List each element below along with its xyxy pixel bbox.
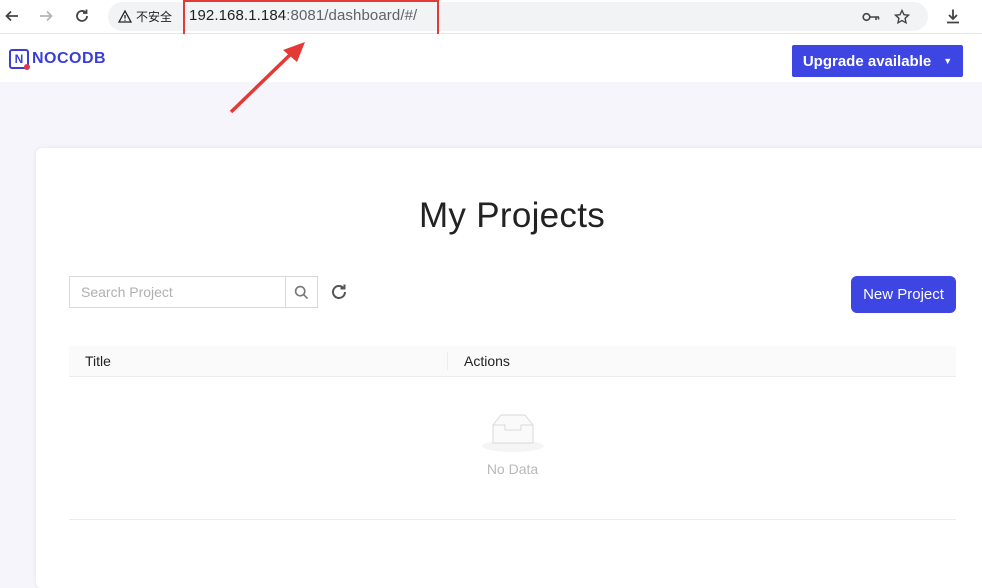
upgrade-label: Upgrade available <box>802 52 932 70</box>
refresh-icon <box>332 284 346 299</box>
projects-card: My Projects New Project Title Actions No… <box>36 148 982 588</box>
annotation-arrow <box>229 42 305 114</box>
warning-icon <box>118 10 132 23</box>
forward-icon <box>40 10 53 22</box>
refresh-button[interactable] <box>328 281 350 303</box>
upgrade-button[interactable]: Upgrade available ▼ <box>792 45 963 77</box>
empty-inbox-icon <box>481 414 544 452</box>
search-input[interactable] <box>70 277 286 307</box>
download-icon <box>947 9 959 24</box>
back-button[interactable] <box>0 4 24 28</box>
logo[interactable]: N NOCODB <box>9 49 107 70</box>
reload-icon <box>76 9 88 22</box>
password-key-button[interactable] <box>860 6 882 28</box>
downloads-button[interactable] <box>941 4 965 28</box>
new-project-button[interactable]: New Project <box>851 276 956 313</box>
column-actions: Actions <box>464 353 510 369</box>
page-title: My Projects <box>418 196 606 235</box>
browser-toolbar: 不安全 192.168.1.184:8081/dashboard/#/ <box>0 0 982 34</box>
forward-button[interactable] <box>34 4 58 28</box>
search-icon <box>294 285 309 299</box>
security-label: 不安全 <box>136 10 173 24</box>
security-chip[interactable]: 不安全 <box>118 7 172 26</box>
logo-letter: N <box>14 52 24 66</box>
caret-down-icon: ▼ <box>943 56 953 66</box>
back-icon <box>5 10 18 22</box>
url-annotation-box <box>183 0 439 37</box>
star-icon <box>894 9 910 25</box>
app-header: N NOCODB Upgrade available ▼ <box>0 34 982 82</box>
search-box <box>69 276 318 308</box>
reload-button[interactable] <box>70 4 94 28</box>
logo-mark: N <box>9 49 30 70</box>
logo-dot <box>24 64 30 70</box>
search-button[interactable] <box>285 277 317 307</box>
empty-text: No Data <box>486 461 539 477</box>
key-icon <box>862 12 880 22</box>
projects-table: Title Actions No Data <box>69 346 956 520</box>
table-header: Title Actions <box>69 346 956 377</box>
bookmark-button[interactable] <box>891 6 913 28</box>
logo-text: NOCODB <box>32 50 107 67</box>
empty-state: No Data <box>69 377 956 520</box>
column-title[interactable]: Title <box>69 352 448 370</box>
